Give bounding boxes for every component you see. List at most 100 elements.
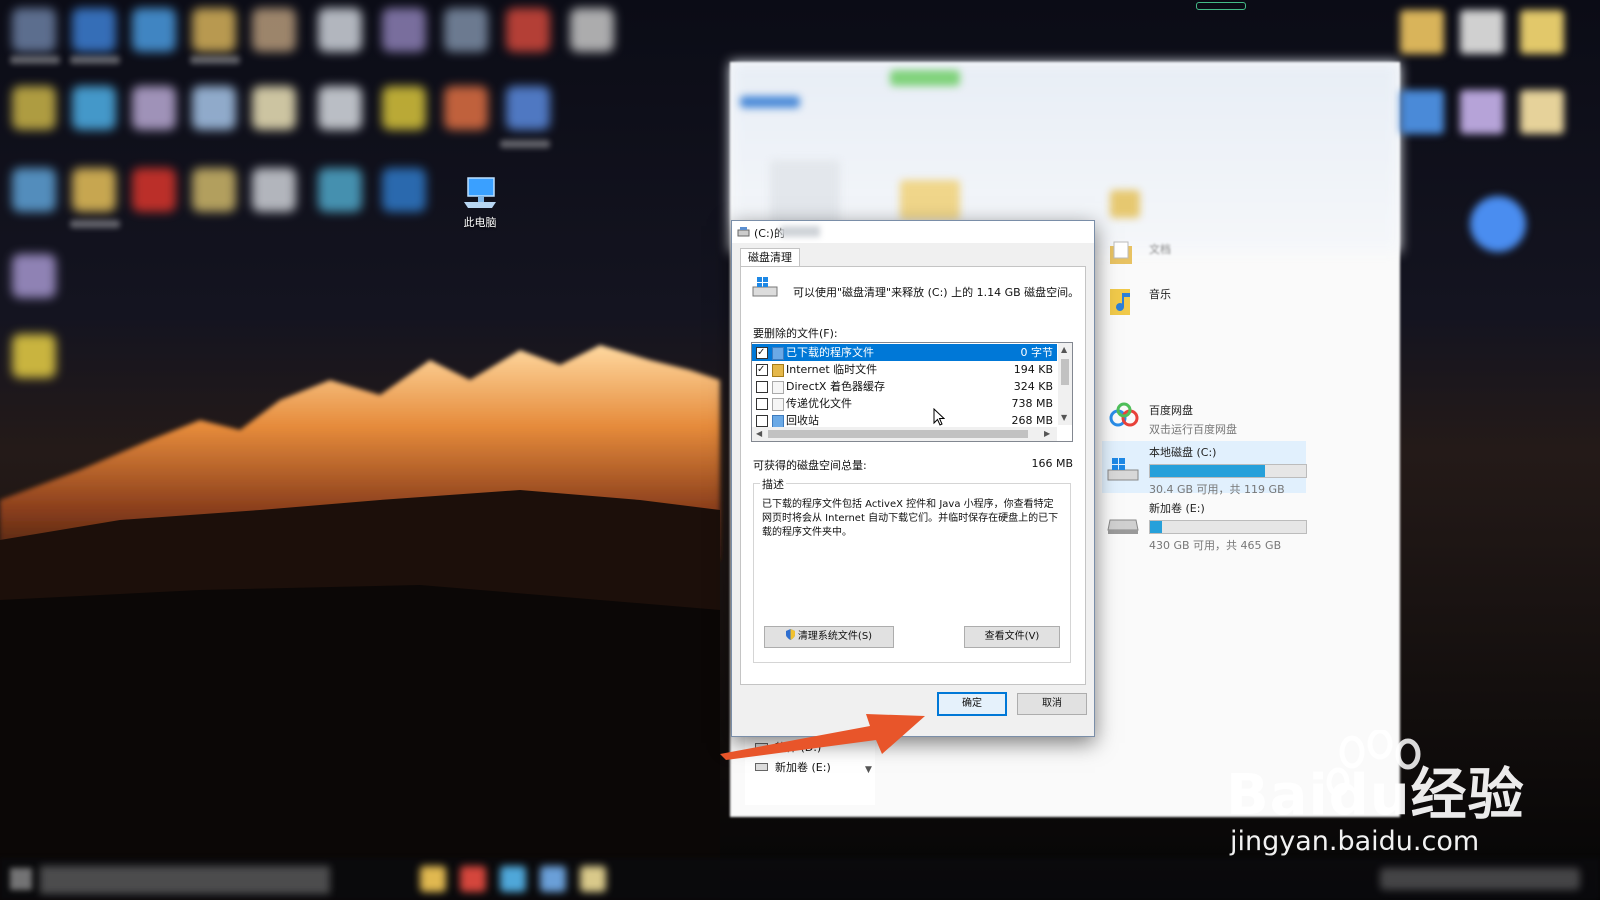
disk-cleanup-dialog: (C:)的 磁盘清理 可以使用"磁盘清理"来释放 (C:) 上的 1.14 GB… bbox=[731, 220, 1095, 737]
desktop-app-icon[interactable] bbox=[382, 168, 426, 212]
desktop-app-icon[interactable] bbox=[318, 86, 362, 130]
taskbar-app-icon[interactable] bbox=[540, 866, 566, 892]
file-name: Internet 临时文件 bbox=[786, 363, 878, 376]
tab-disk-cleanup[interactable]: 磁盘清理 bbox=[740, 248, 800, 267]
drive-icon bbox=[755, 763, 768, 771]
desktop-app-icon[interactable] bbox=[444, 86, 488, 130]
desktop-app-icon[interactable] bbox=[12, 334, 56, 378]
scroll-left-icon[interactable]: ◀ bbox=[756, 429, 762, 438]
desktop-app-icon[interactable] bbox=[132, 8, 176, 52]
taskbar-search-box[interactable] bbox=[40, 866, 330, 894]
file-size: 0 字节 bbox=[1020, 346, 1054, 359]
baidu-netdisk-title: 百度网盘 bbox=[1149, 404, 1193, 417]
taskbar-app-icon[interactable] bbox=[460, 866, 486, 892]
list-horizontal-scrollbar[interactable]: ◀ ▶ bbox=[752, 427, 1057, 441]
baidu-netdisk-icon bbox=[1109, 402, 1139, 427]
this-pc-shortcut[interactable]: 此电脑 bbox=[452, 176, 508, 230]
list-item[interactable]: 已下载的程序文件 0 字节 bbox=[752, 344, 1057, 361]
desktop-app-icon[interactable] bbox=[252, 168, 296, 212]
system-tray-blur[interactable] bbox=[1380, 868, 1580, 890]
mouse-cursor-icon bbox=[933, 408, 945, 426]
clean-system-files-label: 清理系统文件(S) bbox=[797, 631, 873, 642]
files-to-delete-list[interactable]: 已下载的程序文件 0 字节 Internet 临时文件 194 KB Direc… bbox=[751, 342, 1073, 442]
desktop-browser-icon[interactable] bbox=[506, 8, 550, 52]
start-icon[interactable] bbox=[10, 868, 32, 890]
desktop-label-blur bbox=[190, 56, 240, 64]
desktop-app-icon[interactable] bbox=[12, 254, 56, 298]
drive-e-usage-bar bbox=[1149, 520, 1307, 534]
taskbar-app-icon[interactable] bbox=[580, 866, 606, 892]
desktop-app-icon[interactable] bbox=[12, 168, 56, 212]
file-name: DirectX 着色器缓存 bbox=[786, 380, 885, 393]
watermark-brand: Baidu经验 bbox=[1226, 763, 1525, 828]
cleanup-intro-text: 可以使用"磁盘清理"来释放 (C:) 上的 1.14 GB 磁盘空间。 bbox=[793, 286, 1080, 299]
file-size: 194 KB bbox=[1013, 363, 1053, 376]
desktop-app-icon[interactable] bbox=[382, 8, 426, 52]
desktop-folder-icon[interactable] bbox=[72, 8, 116, 52]
network-indicator bbox=[1196, 2, 1246, 10]
right-desktop-icon-blur bbox=[1470, 196, 1526, 252]
desktop-label-blur bbox=[10, 56, 60, 64]
computer-icon bbox=[464, 177, 496, 208]
dialog-titlebar[interactable]: (C:)的 bbox=[732, 221, 1094, 243]
tree-scroll-down-icon[interactable]: ▼ bbox=[865, 765, 872, 775]
drive-e[interactable]: 新加卷 (E:) 430 GB 可用，共 465 GB bbox=[1149, 500, 1307, 553]
file-name: 已下载的程序文件 bbox=[786, 346, 874, 359]
desktop-app-icon[interactable] bbox=[132, 86, 176, 130]
desktop-app-icon[interactable] bbox=[444, 8, 488, 52]
desktop-app-icon[interactable] bbox=[192, 168, 236, 212]
scroll-up-icon[interactable]: ▲ bbox=[1061, 345, 1067, 354]
list-item[interactable]: 传递优化文件 738 MB bbox=[752, 395, 1057, 412]
file-name: 传递优化文件 bbox=[786, 397, 852, 410]
desktop-app-icon[interactable] bbox=[132, 168, 176, 212]
drive-c[interactable]: 本地磁盘 (C:) 30.4 GB 可用，共 119 GB bbox=[1149, 444, 1307, 497]
file-checkbox[interactable] bbox=[756, 415, 768, 427]
description-group: 描述 已下载的程序文件包括 ActiveX 控件和 Java 小程序，你查看特定… bbox=[753, 476, 1071, 663]
documents-label[interactable]: 文档 bbox=[1149, 241, 1171, 257]
cancel-button[interactable]: 取消 bbox=[1017, 693, 1087, 715]
desktop-app-icon[interactable] bbox=[382, 86, 426, 130]
desktop-app-icon[interactable] bbox=[12, 86, 56, 130]
file-checkbox[interactable] bbox=[756, 344, 768, 361]
desktop-app-icon[interactable] bbox=[252, 8, 296, 52]
desktop-app-icon[interactable] bbox=[12, 8, 56, 52]
file-checkbox[interactable] bbox=[756, 381, 768, 393]
desktop-app-icon[interactable] bbox=[318, 8, 362, 52]
desktop-app-icon[interactable] bbox=[72, 86, 116, 130]
music-label[interactable]: 音乐 bbox=[1149, 286, 1171, 302]
list-vertical-scrollbar[interactable]: ▲ ▼ bbox=[1058, 343, 1072, 425]
desktop-folder-icon[interactable] bbox=[192, 8, 236, 52]
tree-item-new-volume[interactable]: 新加卷 (E:) bbox=[745, 759, 865, 777]
annotation-arrow-icon bbox=[720, 714, 925, 760]
clean-system-files-button[interactable]: 清理系统文件(S) bbox=[764, 626, 894, 648]
file-checkbox[interactable] bbox=[756, 361, 768, 378]
drive-c-usage-fill bbox=[1150, 465, 1266, 477]
desktop-app-icon[interactable] bbox=[318, 168, 362, 212]
right-desktop-icon-blur bbox=[1460, 10, 1504, 54]
right-desktop-icon-blur bbox=[1400, 10, 1444, 54]
desktop-label-blur bbox=[70, 56, 120, 64]
explorer-toolbar-blur bbox=[740, 96, 800, 108]
desktop-app-icon[interactable] bbox=[506, 86, 550, 130]
taskbar-app-icon[interactable] bbox=[420, 866, 446, 892]
desktop-file-icon[interactable] bbox=[570, 8, 614, 52]
scroll-down-icon[interactable]: ▼ bbox=[1061, 413, 1067, 422]
scroll-thumb[interactable] bbox=[768, 430, 1028, 438]
desktop-label-blur bbox=[70, 220, 120, 228]
taskbar-app-icon[interactable] bbox=[500, 866, 526, 892]
disk-cleanup-panel: 可以使用"磁盘清理"来释放 (C:) 上的 1.14 GB 磁盘空间。 要删除的… bbox=[740, 266, 1086, 685]
baidu-netdisk-item[interactable]: 百度网盘 双击运行百度网盘 bbox=[1149, 402, 1237, 437]
file-checkbox[interactable] bbox=[756, 398, 768, 410]
list-item[interactable]: DirectX 着色器缓存 324 KB bbox=[752, 378, 1057, 395]
watermark-url: jingyan.baidu.com bbox=[1230, 826, 1480, 857]
baidu-netdisk-subtitle: 双击运行百度网盘 bbox=[1149, 423, 1237, 436]
desktop-app-icon[interactable] bbox=[72, 168, 116, 212]
view-files-button[interactable]: 查看文件(V) bbox=[964, 626, 1060, 648]
files-to-delete-label: 要删除的文件(F): bbox=[753, 327, 838, 340]
list-item[interactable]: Internet 临时文件 194 KB bbox=[752, 361, 1057, 378]
scroll-right-icon[interactable]: ▶ bbox=[1044, 429, 1050, 438]
desktop-app-icon[interactable] bbox=[192, 86, 236, 130]
desktop-file-icon[interactable] bbox=[252, 86, 296, 130]
scroll-thumb[interactable] bbox=[1061, 359, 1069, 385]
ok-button[interactable]: 确定 bbox=[937, 692, 1007, 716]
